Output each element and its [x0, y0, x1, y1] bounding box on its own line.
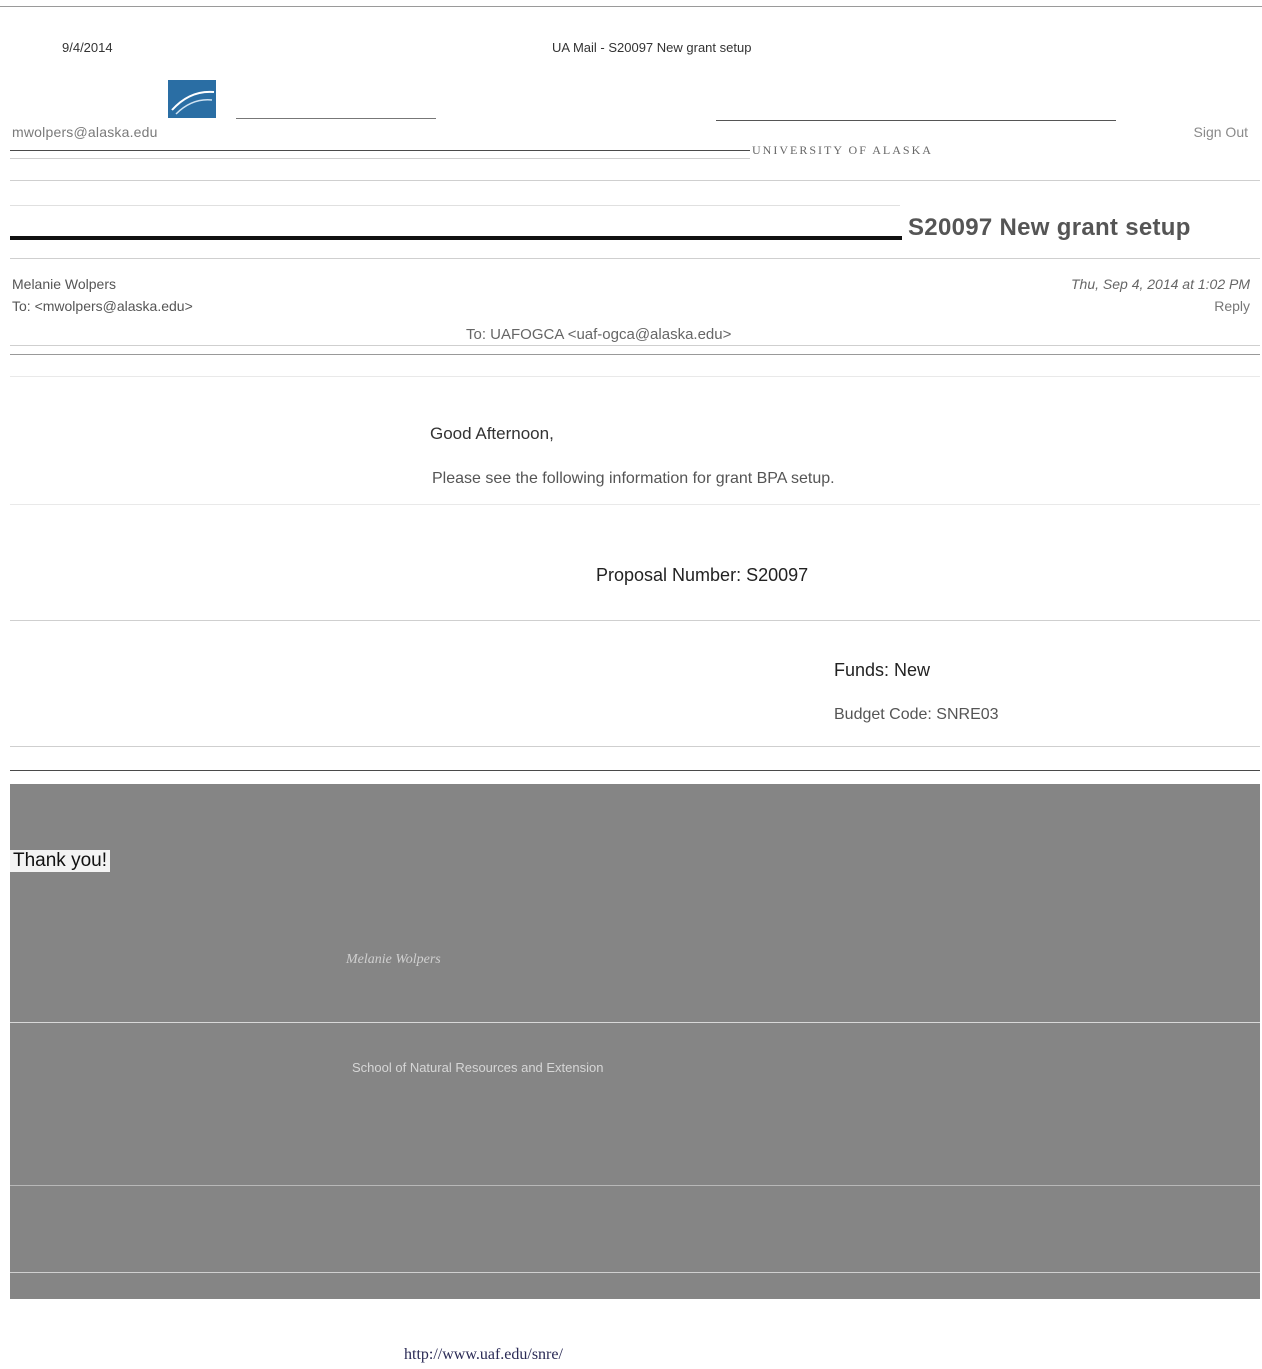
subject-bar: [10, 236, 902, 240]
recipient-line: To: UAFOGCA <uaf-ogca@alaska.edu>: [466, 326, 732, 343]
body-rule: [10, 376, 1260, 377]
header-rule: [10, 150, 750, 151]
toolbar-rule: [10, 180, 1260, 181]
logo-swoosh-icon: [171, 90, 215, 115]
signature-rule: [10, 1185, 1260, 1186]
signature-region: [10, 784, 1260, 1299]
body-rule: [10, 620, 1260, 621]
university-name: UNIVERSITY OF ALASKA: [752, 143, 933, 157]
body-rule: [10, 504, 1260, 505]
signature-detail: School of Natural Resources and Extensio…: [352, 1060, 604, 1075]
body-rule: [10, 746, 1260, 747]
subject-rule: [10, 258, 1260, 259]
print-page-title: UA Mail - S20097 New grant setup: [552, 40, 752, 55]
reply-link[interactable]: Reply: [1214, 298, 1250, 314]
body-rule: [10, 770, 1260, 771]
signature-name: Melanie Wolpers: [346, 952, 441, 967]
message-date: Thu, Sep 4, 2014 at 1:02 PM: [1070, 276, 1250, 292]
header-divider: [716, 120, 1116, 121]
sender-address: To: <mwolpers@alaska.edu>: [12, 298, 193, 314]
proposal-number: Proposal Number: S20097: [596, 565, 809, 585]
university-logo[interactable]: [168, 80, 216, 118]
header-divider: [236, 118, 436, 119]
toolbar-rule: [10, 205, 900, 206]
greeting-text: Good Afternoon,: [430, 424, 554, 443]
signature-rule: [10, 1022, 1260, 1023]
message-subject: S20097 New grant setup: [908, 214, 1191, 241]
sender-name: Melanie Wolpers: [12, 276, 117, 292]
budget-code: Budget Code: SNRE03: [834, 706, 999, 723]
page-top-rule: [0, 6, 1262, 7]
print-date: 9/4/2014: [62, 40, 113, 55]
signed-in-user-email: mwolpers@alaska.edu: [12, 124, 158, 140]
funds-line: Funds: New: [834, 660, 931, 680]
header-separator: [10, 345, 1260, 346]
thank-you-text: Thank you!: [10, 850, 110, 872]
signature-rule: [10, 1272, 1260, 1273]
sign-out-link[interactable]: Sign Out: [1194, 124, 1248, 140]
footer-url-link[interactable]: http://www.uaf.edu/snre/: [404, 1346, 563, 1364]
header-rule: [10, 158, 750, 159]
intro-text: Please see the following information for…: [432, 470, 835, 487]
header-separator: [10, 354, 1260, 355]
